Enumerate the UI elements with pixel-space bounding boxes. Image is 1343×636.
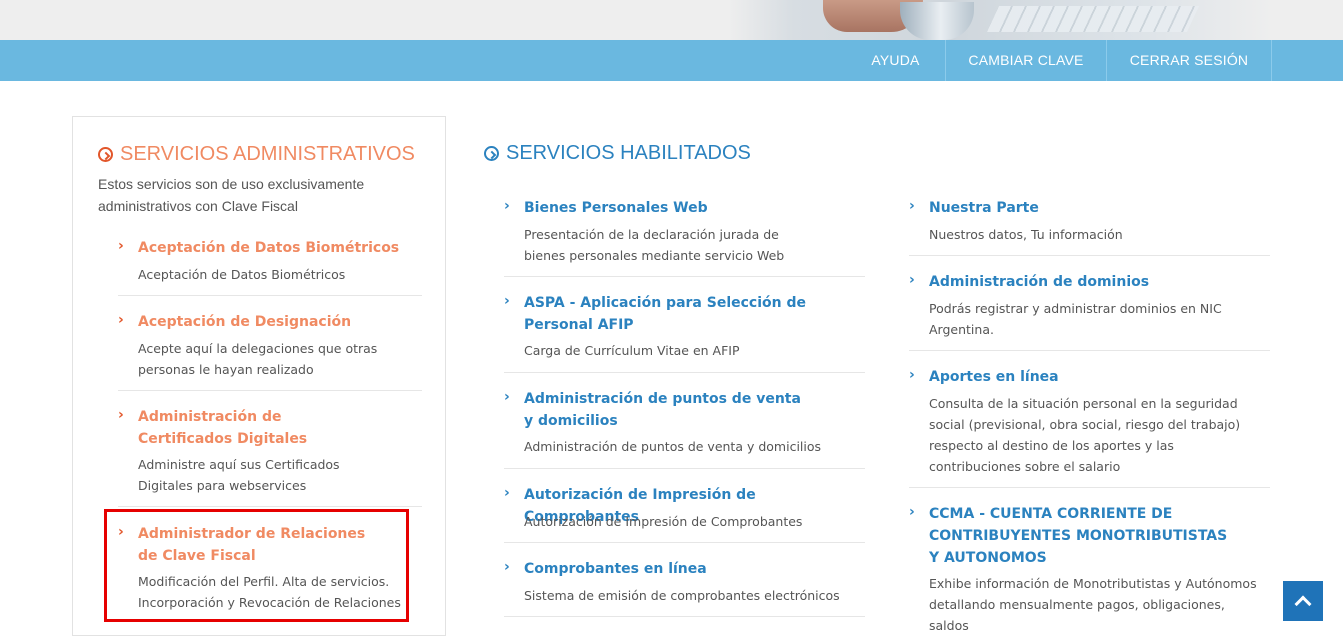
chevron-right-icon: › [504, 198, 510, 214]
divider [504, 276, 865, 277]
circle-chevron-right-icon [484, 146, 499, 161]
highlight-box [104, 509, 409, 622]
chevron-right-icon: › [504, 485, 510, 501]
admin-service-link[interactable]: Aceptación de Designación [138, 311, 422, 333]
divider [909, 487, 1270, 488]
chevron-right-icon: › [504, 293, 510, 309]
photo-keyboard [986, 6, 1200, 32]
chevron-right-icon: › [118, 407, 124, 423]
enabled-service-desc: Nuestros datos, Tu información [929, 227, 1123, 242]
admin-intro: Estos servicios son de uso exclusivament… [98, 176, 365, 214]
circle-chevron-right-icon [98, 147, 113, 162]
enabled-service-link[interactable]: Bienes Personales Web [524, 197, 854, 219]
enabled-service-desc: Sistema de emisión de comprobantes elect… [524, 588, 840, 603]
divider [909, 350, 1270, 351]
nav-item-cerrar-sesion[interactable]: CERRAR SESIÓN [1107, 40, 1271, 81]
divider [504, 468, 865, 469]
admin-section-title: SERVICIOS ADMINISTRATIVOS [98, 143, 415, 166]
divider [504, 616, 865, 617]
header-banner [0, 0, 1343, 40]
chevron-right-icon: › [909, 198, 915, 214]
enabled-service-desc: Podrás registrar y administrar dominios … [929, 301, 1222, 337]
admin-section-title-text: SERVICIOS ADMINISTRATIVOS [120, 143, 415, 165]
enabled-service-desc: Carga de Currículum Vitae en AFIP [524, 343, 740, 358]
admin-service-desc: Aceptación de Datos Biométricos [138, 267, 346, 282]
enabled-service-desc: Presentación de la declaración jurada de… [524, 227, 785, 263]
scroll-to-top-button[interactable] [1283, 581, 1323, 621]
chevron-right-icon: › [909, 504, 915, 520]
photo-mug [900, 2, 974, 40]
divider [504, 372, 865, 373]
admin-service-desc: Acepte aquí la delegaciones que otras pe… [138, 341, 378, 377]
top-nav: AYUDA CAMBIAR CLAVE CERRAR SESIÓN [0, 40, 1343, 81]
chevron-right-icon: › [909, 367, 915, 383]
enabled-service-link[interactable]: Aportes en línea [929, 366, 1259, 388]
divider [118, 295, 422, 296]
enabled-service-link[interactable]: Nuestra Parte [929, 197, 1259, 219]
chevron-right-icon: › [504, 559, 510, 575]
chevron-right-icon: › [504, 389, 510, 405]
enabled-service-link[interactable]: Administración de dominios [929, 271, 1259, 293]
enabled-service-link[interactable]: Administración de puntos de venta y domi… [524, 388, 814, 432]
divider [504, 542, 865, 543]
enabled-service-link[interactable]: ASPA - Aplicación para Selección de Pers… [524, 292, 854, 336]
nav-item-ayuda[interactable]: AYUDA [846, 40, 945, 81]
header-photo [728, 0, 1273, 40]
nav-separator [1271, 40, 1272, 81]
divider [118, 506, 422, 507]
chevron-right-icon: › [909, 272, 915, 288]
divider [909, 255, 1270, 256]
admin-service-link[interactable]: Administración de Certificados Digitales [138, 406, 378, 450]
admin-service-link[interactable]: Aceptación de Datos Biométricos [138, 237, 422, 259]
enabled-section-title: SERVICIOS HABILITADOS [484, 142, 751, 165]
divider [118, 390, 422, 391]
enabled-service-link[interactable]: Comprobantes en línea [524, 558, 854, 580]
chevron-right-icon: › [118, 238, 124, 254]
nav-item-cambiar-clave[interactable]: CAMBIAR CLAVE [946, 40, 1106, 81]
enabled-section-title-text: SERVICIOS HABILITADOS [506, 142, 751, 164]
enabled-service-link[interactable]: CCMA - CUENTA CORRIENTE DE CONTRIBUYENTE… [929, 503, 1229, 569]
enabled-service-desc: Autorización de Impresión de Comprobante… [524, 514, 803, 529]
enabled-service-desc: Consulta de la situación personal en la … [929, 396, 1241, 474]
enabled-service-desc: Administración de puntos de venta y domi… [524, 439, 822, 454]
admin-service-desc: Administre aquí sus Certificados Digital… [138, 457, 340, 493]
chevron-right-icon: › [118, 312, 124, 328]
enabled-service-desc: Exhibe información de Monotributistas y … [929, 576, 1257, 633]
